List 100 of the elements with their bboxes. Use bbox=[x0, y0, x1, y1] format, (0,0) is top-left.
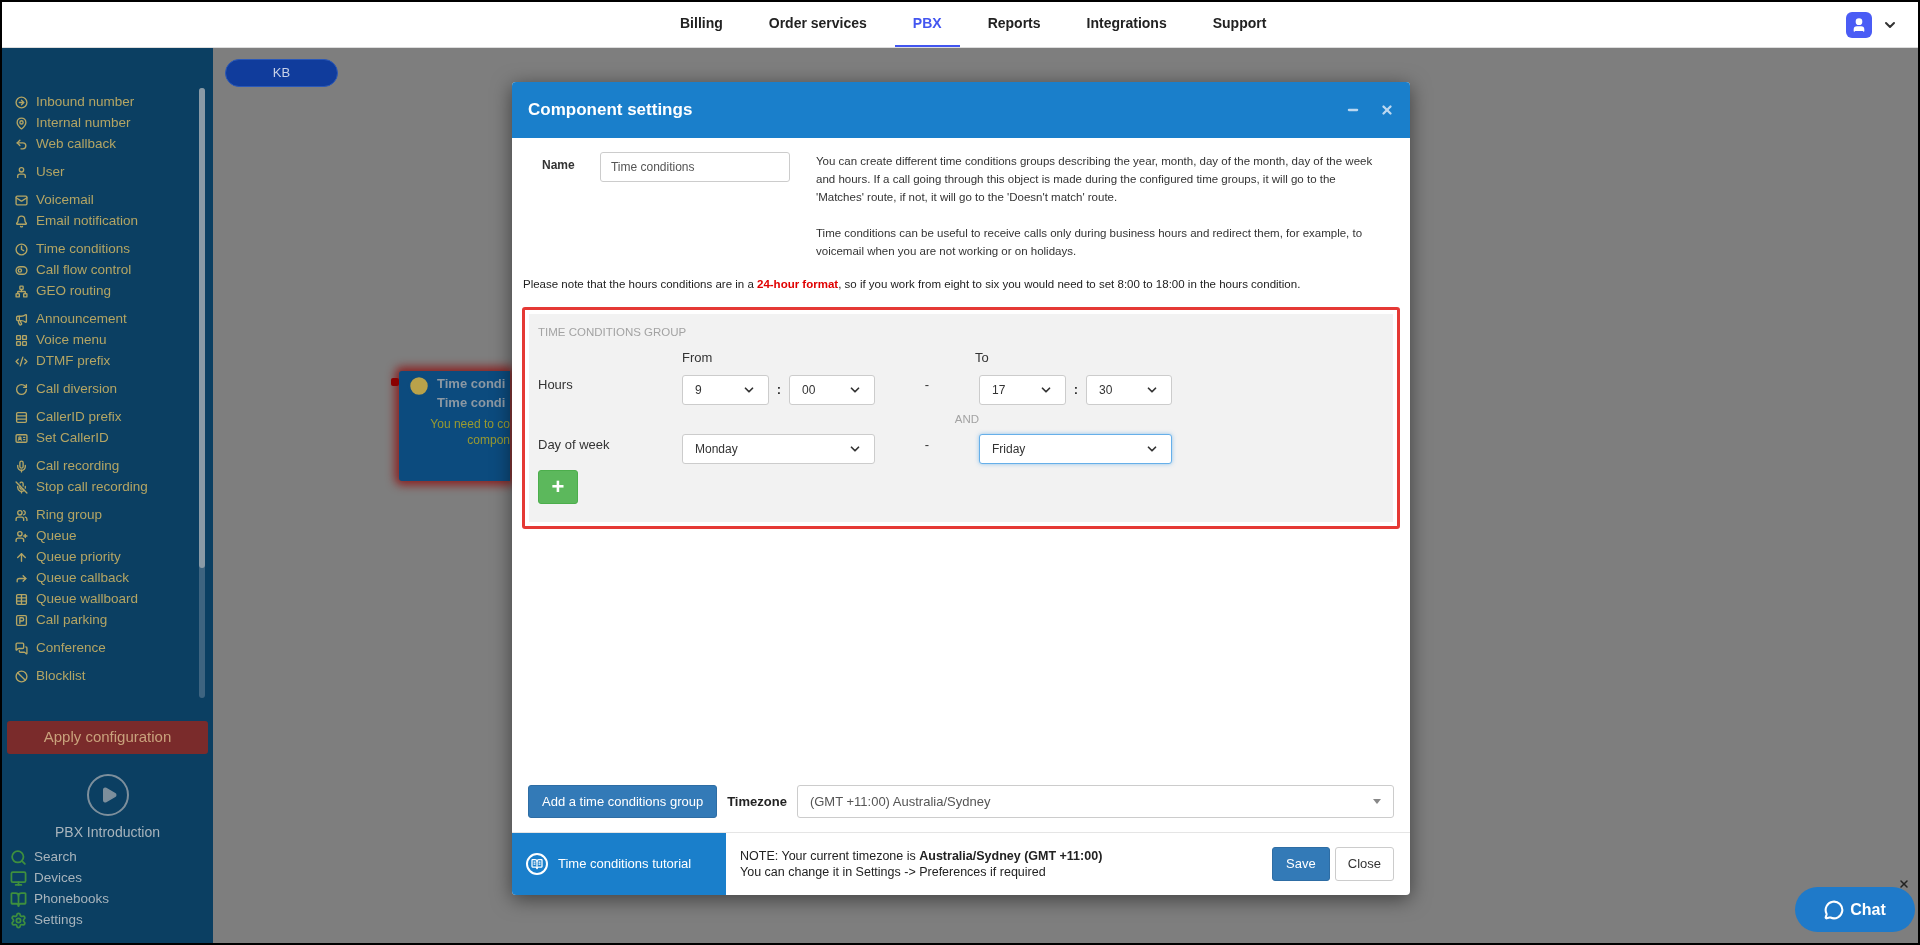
sidebar-item[interactable]: User bbox=[15, 162, 213, 183]
sidebar-item[interactable]: Announcement bbox=[15, 309, 213, 330]
sidebar-item[interactable]: Queue bbox=[15, 526, 213, 547]
sidebar-item[interactable]: Internal number bbox=[15, 113, 213, 134]
person-icon bbox=[1851, 16, 1867, 33]
component-icon bbox=[15, 614, 28, 627]
sidebar-item[interactable]: DTMF prefix bbox=[15, 351, 213, 372]
tool-link[interactable]: Settings bbox=[10, 910, 213, 931]
component-icon bbox=[15, 138, 28, 151]
component-icon bbox=[15, 411, 28, 424]
sidebar-item[interactable]: Queue callback bbox=[15, 568, 213, 589]
monitor-icon bbox=[10, 870, 27, 887]
apply-configuration-button[interactable]: Apply configuration bbox=[7, 721, 208, 754]
colon: : bbox=[1072, 381, 1080, 400]
save-button[interactable]: Save bbox=[1272, 847, 1330, 881]
component-icon bbox=[15, 670, 28, 683]
sidebar-item[interactable]: Voice menu bbox=[15, 330, 213, 351]
node-connector bbox=[391, 378, 399, 386]
sidebar-item[interactable]: CallerID prefix bbox=[15, 407, 213, 428]
nav-tab[interactable]: Reports bbox=[969, 2, 1059, 47]
nav-tab[interactable]: Support bbox=[1194, 2, 1285, 47]
settings-icon bbox=[10, 912, 27, 929]
component-icon bbox=[15, 383, 28, 396]
node-message: You need to co bbox=[430, 416, 510, 432]
close-icon[interactable] bbox=[1898, 878, 1910, 890]
component-node[interactable]: Time condi Time condi You need to co compon bbox=[399, 371, 510, 481]
component-icon bbox=[15, 313, 28, 326]
chat-button[interactable]: Chat bbox=[1795, 887, 1915, 932]
add-condition-button[interactable]: + bbox=[538, 470, 578, 505]
description-text: Time conditions can be useful to receive calls only during business hours and redirect them, for example, to voicemail when you are not working or on holidays. bbox=[816, 226, 1364, 259]
group-heading: TIME CONDITIONS GROUP bbox=[538, 325, 688, 341]
sidebar-item[interactable]: Conference bbox=[15, 638, 213, 659]
and-label: AND bbox=[953, 412, 979, 427]
from-label: From bbox=[682, 348, 714, 367]
sidebar-item[interactable]: Set CallerID bbox=[15, 428, 213, 449]
sidebar-item[interactable]: Call recording bbox=[15, 456, 213, 477]
component-icon bbox=[15, 551, 28, 564]
component-icon bbox=[15, 509, 28, 522]
tool-link[interactable]: Search bbox=[10, 847, 213, 868]
tool-link[interactable]: Devices bbox=[10, 868, 213, 889]
book-icon bbox=[526, 853, 548, 875]
name-input[interactable]: Time conditions bbox=[599, 152, 790, 182]
nav-tab[interactable]: Order services bbox=[750, 2, 885, 47]
select-field[interactable]: 9 bbox=[682, 375, 769, 405]
sidebar-item[interactable]: Blocklist bbox=[15, 666, 213, 687]
component-icon bbox=[15, 355, 28, 368]
component-icon bbox=[15, 194, 28, 207]
tool-link[interactable]: Phonebooks bbox=[10, 889, 213, 910]
sidebar-item[interactable]: Time conditions bbox=[15, 239, 213, 260]
close-button[interactable]: Close bbox=[1334, 847, 1394, 881]
dash: - bbox=[923, 435, 931, 454]
node-message: compon bbox=[467, 432, 510, 448]
dash: - bbox=[923, 376, 931, 395]
select-field[interactable]: 30 bbox=[1086, 375, 1172, 405]
nav-tab[interactable]: Billing bbox=[662, 2, 741, 47]
timezone-select[interactable]: (GMT +11:00) Australia/Sydney bbox=[796, 785, 1394, 818]
nav-tab[interactable]: Integrations bbox=[1068, 2, 1185, 47]
sidebar-item[interactable]: Stop call recording bbox=[15, 477, 213, 498]
component-icon bbox=[15, 334, 28, 347]
sidebar-item[interactable]: Queue wallboard bbox=[15, 589, 213, 610]
footer-note: You can change it in Settings -> Preferences if required bbox=[740, 864, 1047, 880]
search-icon bbox=[10, 849, 27, 866]
select-field[interactable]: Monday bbox=[682, 434, 875, 465]
play-button[interactable] bbox=[86, 774, 129, 816]
select-field[interactable]: 17 bbox=[979, 375, 1066, 405]
add-group-button[interactable]: Add a time conditions group bbox=[528, 785, 718, 818]
tutorial-button[interactable]: Time conditions tutorial bbox=[512, 833, 726, 895]
sidebar-item[interactable]: Email notification bbox=[15, 211, 213, 232]
component-icon bbox=[15, 530, 28, 543]
intro-label[interactable]: PBX Introduction bbox=[54, 822, 161, 843]
component-icon bbox=[15, 593, 28, 606]
component-icon bbox=[15, 642, 28, 655]
avatar[interactable] bbox=[1846, 11, 1872, 38]
sidebar-item[interactable]: GEO routing bbox=[15, 281, 213, 302]
book-icon bbox=[10, 891, 27, 908]
sidebar-item[interactable]: Call flow control bbox=[15, 260, 213, 281]
sidebar-item[interactable]: Ring group bbox=[15, 505, 213, 526]
sidebar-item[interactable]: Call diversion bbox=[15, 379, 213, 400]
footer-note: NOTE: Your current timezone is Australia/Sydney (GMT +11:00) bbox=[740, 848, 1103, 864]
sidebar-item[interactable]: Voicemail bbox=[15, 190, 213, 211]
kb-button[interactable]: KB bbox=[225, 59, 338, 87]
close-icon[interactable] bbox=[1380, 103, 1394, 117]
hours-label: Hours bbox=[538, 376, 574, 395]
component-icon bbox=[15, 432, 28, 445]
select-field[interactable]: 00 bbox=[789, 375, 875, 405]
sidebar-item[interactable]: Queue priority bbox=[15, 547, 213, 568]
select-field[interactable]: Friday bbox=[979, 434, 1172, 465]
note-text: Please note that the hours conditions are in a 24-hour format, so if you work from eight to six you would need to set 8:00 to 18:00 in the hours condition. bbox=[522, 277, 1302, 292]
component-icon bbox=[15, 166, 28, 179]
component-icon bbox=[15, 96, 28, 109]
component-icon bbox=[15, 117, 28, 130]
component-icon bbox=[15, 243, 28, 256]
sidebar-item[interactable]: Call parking bbox=[15, 610, 213, 631]
description-text: You can create different time conditions groups describing the year, month, day of the month, day of the week and hours. If a call going through this object is made during the configured time groups, it will go to the 'Matches' route, if not, it will go to the 'Doesn't match' route. bbox=[816, 154, 1374, 205]
sidebar-item[interactable]: Web callback bbox=[15, 134, 213, 155]
component-icon bbox=[15, 481, 28, 494]
sidebar-item[interactable]: Inbound number bbox=[15, 92, 213, 113]
timezone-label: Timezone bbox=[727, 792, 787, 811]
name-label: Name bbox=[542, 157, 576, 174]
to-label: To bbox=[975, 348, 989, 367]
